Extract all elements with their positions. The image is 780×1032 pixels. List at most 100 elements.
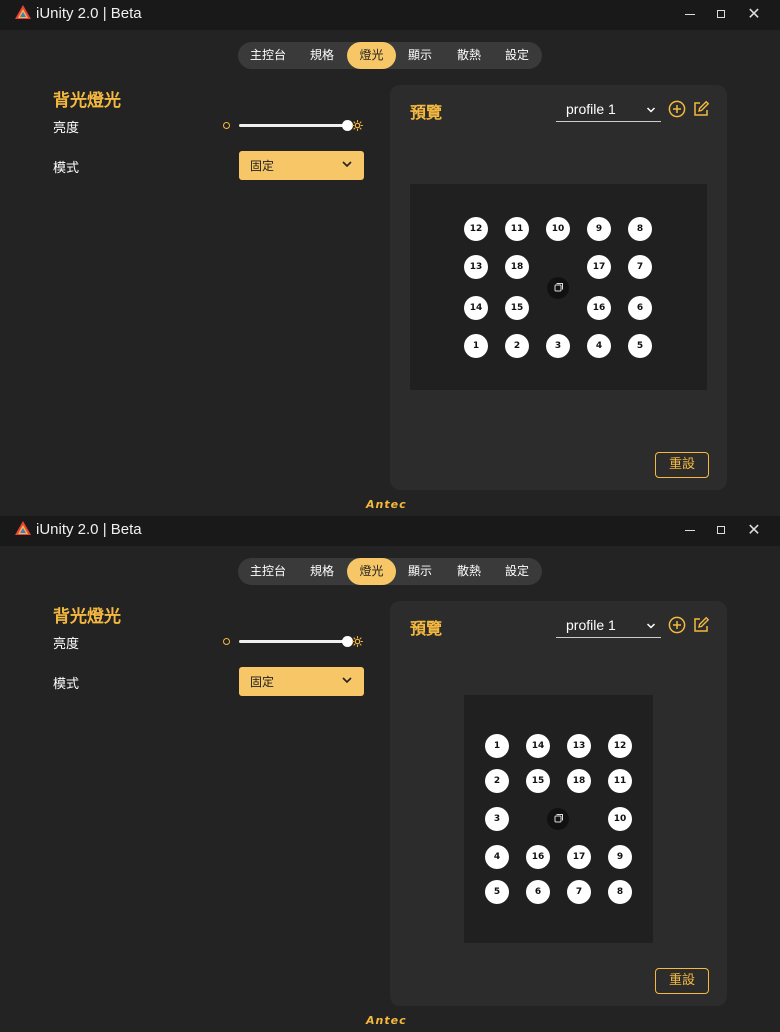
led-2[interactable]: 2	[505, 334, 529, 358]
minimize-button[interactable]	[680, 4, 700, 24]
chevron-down-icon	[646, 107, 656, 113]
maximize-icon	[717, 526, 725, 534]
led-11[interactable]: 11	[608, 769, 632, 793]
antec-logo: Antec	[366, 1014, 407, 1027]
add-profile-icon[interactable]	[668, 616, 686, 634]
app-logo-icon	[15, 521, 31, 535]
led-1[interactable]: 1	[485, 734, 509, 758]
tab-settings[interactable]: 設定	[494, 558, 540, 585]
led-8[interactable]: 8	[608, 880, 632, 904]
chevron-down-icon	[342, 677, 352, 684]
led-5[interactable]: 5	[485, 880, 509, 904]
profile-select[interactable]: profile 1	[556, 615, 661, 638]
led-9[interactable]: 9	[608, 845, 632, 869]
led-5[interactable]: 5	[628, 334, 652, 358]
fan-hub-icon	[547, 277, 569, 299]
led-7[interactable]: 7	[567, 880, 591, 904]
add-profile-icon[interactable]	[668, 100, 686, 118]
tab-display[interactable]: 顯示	[396, 558, 444, 585]
preview-title: 預覽	[410, 103, 443, 122]
reset-button[interactable]: 重設	[655, 452, 709, 478]
tab-specs[interactable]: 規格	[297, 558, 347, 585]
tab-settings[interactable]: 設定	[494, 42, 540, 69]
title-bar: iUnity 2.0 | Beta ✕	[0, 516, 780, 546]
profile-value: profile 1	[566, 101, 616, 117]
led-13[interactable]: 13	[464, 255, 488, 279]
led-9[interactable]: 9	[587, 217, 611, 241]
led-3[interactable]: 3	[546, 334, 570, 358]
led-2[interactable]: 2	[485, 769, 509, 793]
led-12[interactable]: 12	[608, 734, 632, 758]
led-3[interactable]: 3	[485, 807, 509, 831]
mode-label: 模式	[53, 677, 80, 692]
led-8[interactable]: 8	[628, 217, 652, 241]
brightness-high-icon	[352, 120, 363, 131]
led-1[interactable]: 1	[464, 334, 488, 358]
led-4[interactable]: 4	[485, 845, 509, 869]
preview-panel: 預覽 profile 1 1 14 13 12 2 15 18 11 3 10 4 16 17 9 5 6 7 8	[390, 601, 727, 1006]
led-6[interactable]: 6	[628, 296, 652, 320]
close-button[interactable]: ✕	[744, 520, 764, 540]
fan-rotate-icon	[554, 283, 563, 292]
maximize-button[interactable]	[711, 4, 731, 24]
led-14[interactable]: 14	[464, 296, 488, 320]
minimize-button[interactable]	[680, 520, 700, 540]
led-16[interactable]: 16	[526, 845, 550, 869]
edit-profile-icon[interactable]	[692, 100, 710, 118]
reset-button[interactable]: 重設	[655, 968, 709, 994]
mode-select[interactable]: 固定	[239, 667, 364, 696]
tab-display[interactable]: 顯示	[396, 42, 444, 69]
led-17[interactable]: 17	[567, 845, 591, 869]
brightness-label: 亮度	[53, 121, 80, 136]
tab-specs[interactable]: 規格	[297, 42, 347, 69]
mode-value: 固定	[250, 675, 275, 689]
brightness-high-icon	[352, 636, 363, 647]
mode-select[interactable]: 固定	[239, 151, 364, 180]
maximize-icon	[717, 10, 725, 18]
tab-cooling[interactable]: 散熱	[444, 558, 494, 585]
chevron-down-icon	[342, 161, 352, 168]
brightness-slider[interactable]	[239, 636, 353, 647]
brightness-slider[interactable]	[239, 120, 353, 131]
app-window-horizontal: iUnity 2.0 | Beta ✕ 主控台 規格 燈光 顯示 散熱 設定 背…	[0, 0, 780, 516]
main-tabs: 主控台 規格 燈光 顯示 散熱 設定	[238, 42, 542, 69]
led-13[interactable]: 13	[567, 734, 591, 758]
mode-label: 模式	[53, 161, 80, 176]
profile-select[interactable]: profile 1	[556, 99, 661, 122]
led-12[interactable]: 12	[464, 217, 488, 241]
tab-lighting[interactable]: 燈光	[347, 558, 396, 585]
led-10[interactable]: 10	[546, 217, 570, 241]
antec-logo: Antec	[366, 498, 407, 511]
chevron-down-icon	[646, 623, 656, 629]
close-button[interactable]: ✕	[744, 4, 764, 24]
led-18[interactable]: 18	[505, 255, 529, 279]
minimize-icon	[685, 14, 695, 15]
led-14[interactable]: 14	[526, 734, 550, 758]
led-15[interactable]: 15	[526, 769, 550, 793]
close-icon: ✕	[747, 4, 761, 23]
backlight-title: 背光燈光	[53, 91, 121, 111]
fan-rotate-icon	[554, 814, 563, 823]
led-18[interactable]: 18	[567, 769, 591, 793]
app-logo-icon	[15, 5, 31, 19]
led-7[interactable]: 7	[628, 255, 652, 279]
tab-lighting[interactable]: 燈光	[347, 42, 396, 69]
brightness-slider-thumb[interactable]	[341, 120, 353, 131]
tab-dashboard[interactable]: 主控台	[241, 558, 295, 585]
led-11[interactable]: 11	[505, 217, 529, 241]
led-6[interactable]: 6	[526, 880, 550, 904]
brightness-low-icon	[223, 122, 230, 129]
led-17[interactable]: 17	[587, 255, 611, 279]
fan-led-layout-vertical: 1 14 13 12 2 15 18 11 3 10 4 16 17 9 5 6 7 8	[464, 695, 653, 943]
tab-dashboard[interactable]: 主控台	[241, 42, 295, 69]
edit-profile-icon[interactable]	[692, 616, 710, 634]
maximize-button[interactable]	[711, 520, 731, 540]
app-title: iUnity 2.0 | Beta	[36, 5, 142, 22]
led-4[interactable]: 4	[587, 334, 611, 358]
tab-cooling[interactable]: 散熱	[444, 42, 494, 69]
led-15[interactable]: 15	[505, 296, 529, 320]
app-title: iUnity 2.0 | Beta	[36, 521, 142, 538]
led-16[interactable]: 16	[587, 296, 611, 320]
brightness-slider-thumb[interactable]	[341, 636, 353, 647]
led-10[interactable]: 10	[608, 807, 632, 831]
